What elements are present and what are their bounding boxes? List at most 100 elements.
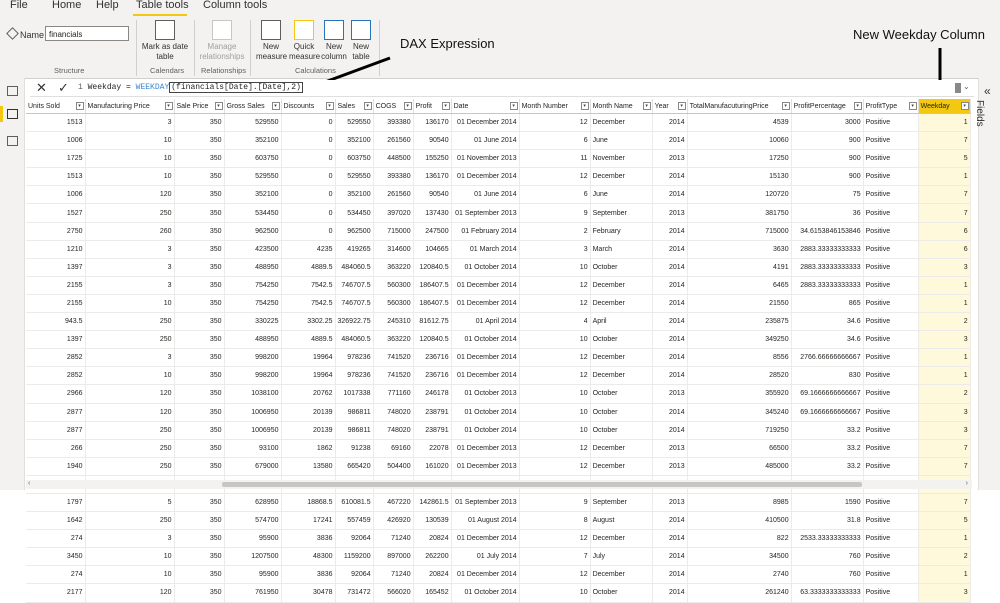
table-cell[interactable]: 2877 (26, 403, 86, 422)
table-cell[interactable]: 260 (85, 222, 175, 241)
table-cell[interactable]: 7 (918, 493, 971, 513)
table-cell[interactable]: 3 (918, 258, 971, 277)
table-cell[interactable]: 760 (791, 565, 864, 585)
table-cell[interactable]: Positive (863, 113, 919, 133)
table-cell[interactable]: 2852 (26, 348, 86, 368)
table-cell[interactable]: 2155 (26, 294, 86, 314)
table-cell[interactable]: 350 (174, 366, 225, 386)
column-header[interactable]: Date ▾ (451, 99, 520, 114)
table-cell[interactable]: 1590 (791, 493, 864, 513)
table-cell[interactable]: 1 (918, 276, 971, 295)
table-cell[interactable]: Positive (863, 348, 919, 368)
table-cell[interactable]: 12 (519, 529, 591, 549)
table-cell[interactable]: 250 (85, 511, 175, 531)
table-cell[interactable]: 1038100 (224, 384, 282, 404)
table-cell[interactable]: 34500 (687, 547, 792, 567)
table-cell[interactable]: 69160 (373, 439, 414, 458)
table-cell[interactable]: 0 (281, 149, 336, 169)
table-cell[interactable]: 2014 (652, 276, 688, 295)
table-cell[interactable]: 7 (918, 185, 971, 205)
table-cell[interactable]: 10 (519, 330, 591, 350)
table-cell[interactable]: 120 (85, 384, 175, 404)
table-cell[interactable]: 21550 (687, 294, 792, 314)
table-cell[interactable]: Positive (863, 131, 919, 151)
table-cell[interactable]: 1 (918, 529, 971, 549)
table-cell[interactable]: 19964 (281, 366, 336, 386)
table-cell[interactable]: 20139 (281, 421, 336, 440)
table-cell[interactable]: 12 (519, 439, 591, 458)
column-header[interactable]: Sales ▾ (335, 99, 374, 114)
table-cell[interactable]: 467220 (373, 493, 414, 513)
table-cell[interactable]: 10 (85, 131, 175, 151)
table-cell[interactable]: 2013 (652, 493, 688, 513)
table-cell[interactable]: 20824 (413, 529, 452, 549)
table-cell[interactable]: 350 (174, 167, 225, 187)
scroll-left-icon[interactable]: ‹ (28, 480, 30, 487)
table-cell[interactable]: 2852 (26, 366, 86, 386)
column-header[interactable]: ProfitType ▾ (863, 99, 919, 114)
table-cell[interactable]: 0 (281, 131, 336, 151)
table-cell[interactable]: 0 (281, 167, 336, 187)
table-cell[interactable]: 33.2 (791, 421, 864, 440)
table-cell[interactable]: 7 (918, 131, 971, 151)
table-cell[interactable]: 771160 (373, 384, 414, 404)
table-cell[interactable]: December (590, 348, 653, 368)
table-cell[interactable]: 978236 (335, 348, 374, 368)
table-cell[interactable]: 746707.5 (335, 276, 374, 295)
table-cell[interactable]: December (590, 366, 653, 386)
table-cell[interactable]: 4 (519, 312, 591, 332)
scroll-right-icon[interactable]: › (966, 480, 968, 487)
column-header[interactable]: COGS ▾ (373, 99, 414, 114)
table-cell[interactable]: 610081.5 (335, 493, 374, 513)
table-cell[interactable]: 3 (918, 421, 971, 440)
table-cell[interactable]: 93100 (224, 439, 282, 458)
table-cell[interactable]: 397020 (373, 203, 414, 223)
table-cell[interactable]: 95900 (224, 529, 282, 549)
table-cell[interactable]: 363220 (373, 330, 414, 350)
table-cell[interactable]: 761950 (224, 583, 282, 603)
table-cell[interactable]: 250 (85, 203, 175, 223)
table-cell[interactable]: 238791 (413, 421, 452, 440)
table-cell[interactable]: 998200 (224, 366, 282, 386)
table-cell[interactable]: 741520 (373, 348, 414, 368)
table-cell[interactable]: Positive (863, 511, 919, 531)
table-cell[interactable]: 10 (519, 384, 591, 404)
table-cell[interactable]: 246178 (413, 384, 452, 404)
table-cell[interactable]: 90540 (413, 185, 452, 205)
table-cell[interactable]: 2014 (652, 403, 688, 422)
table-cell[interactable]: 6 (918, 240, 971, 259)
table-cell[interactable]: 352100 (224, 131, 282, 151)
table-cell[interactable]: October (590, 403, 653, 422)
table-cell[interactable]: 350 (174, 185, 225, 205)
column-filter-icon[interactable]: ▾ (908, 102, 917, 110)
column-header[interactable]: Profit ▾ (413, 99, 452, 114)
table-cell[interactable]: 01 October 2014 (451, 583, 520, 603)
table-cell[interactable]: 1207500 (224, 547, 282, 567)
table-cell[interactable]: 7 (918, 457, 971, 476)
table-cell[interactable]: 95900 (224, 565, 282, 585)
model-view-icon[interactable] (7, 136, 18, 146)
table-cell[interactable]: 2013 (652, 384, 688, 404)
table-cell[interactable]: 2013 (652, 439, 688, 458)
table-cell[interactable]: 120 (85, 583, 175, 603)
table-cell[interactable]: 250 (85, 439, 175, 458)
table-cell[interactable]: 2014 (652, 185, 688, 205)
column-header[interactable]: Month Name ▾ (590, 99, 653, 114)
dax-formula-text[interactable]: 1 Weekday = WEEKDAY (financials[Date].[Da… (78, 82, 303, 93)
table-cell[interactable]: 350 (174, 312, 225, 332)
table-cell[interactable]: 01 October 2014 (451, 421, 520, 440)
table-cell[interactable]: 104665 (413, 240, 452, 259)
table-cell[interactable]: Positive (863, 240, 919, 259)
table-cell[interactable]: 1 (918, 366, 971, 386)
table-cell[interactable]: 250 (85, 421, 175, 440)
table-cell[interactable]: Positive (863, 276, 919, 295)
table-cell[interactable]: 274 (26, 529, 86, 549)
table-cell[interactable]: 236716 (413, 348, 452, 368)
table-cell[interactable]: 3302.25 (281, 312, 336, 332)
column-filter-icon[interactable]: ▾ (164, 102, 173, 110)
table-cell[interactable]: 63.3333333333333 (791, 583, 864, 603)
table-cell[interactable]: 900 (791, 167, 864, 187)
table-cell[interactable]: 165452 (413, 583, 452, 603)
table-cell[interactable]: 3 (85, 240, 175, 259)
column-header[interactable]: Gross Sales ▾ (224, 99, 282, 114)
